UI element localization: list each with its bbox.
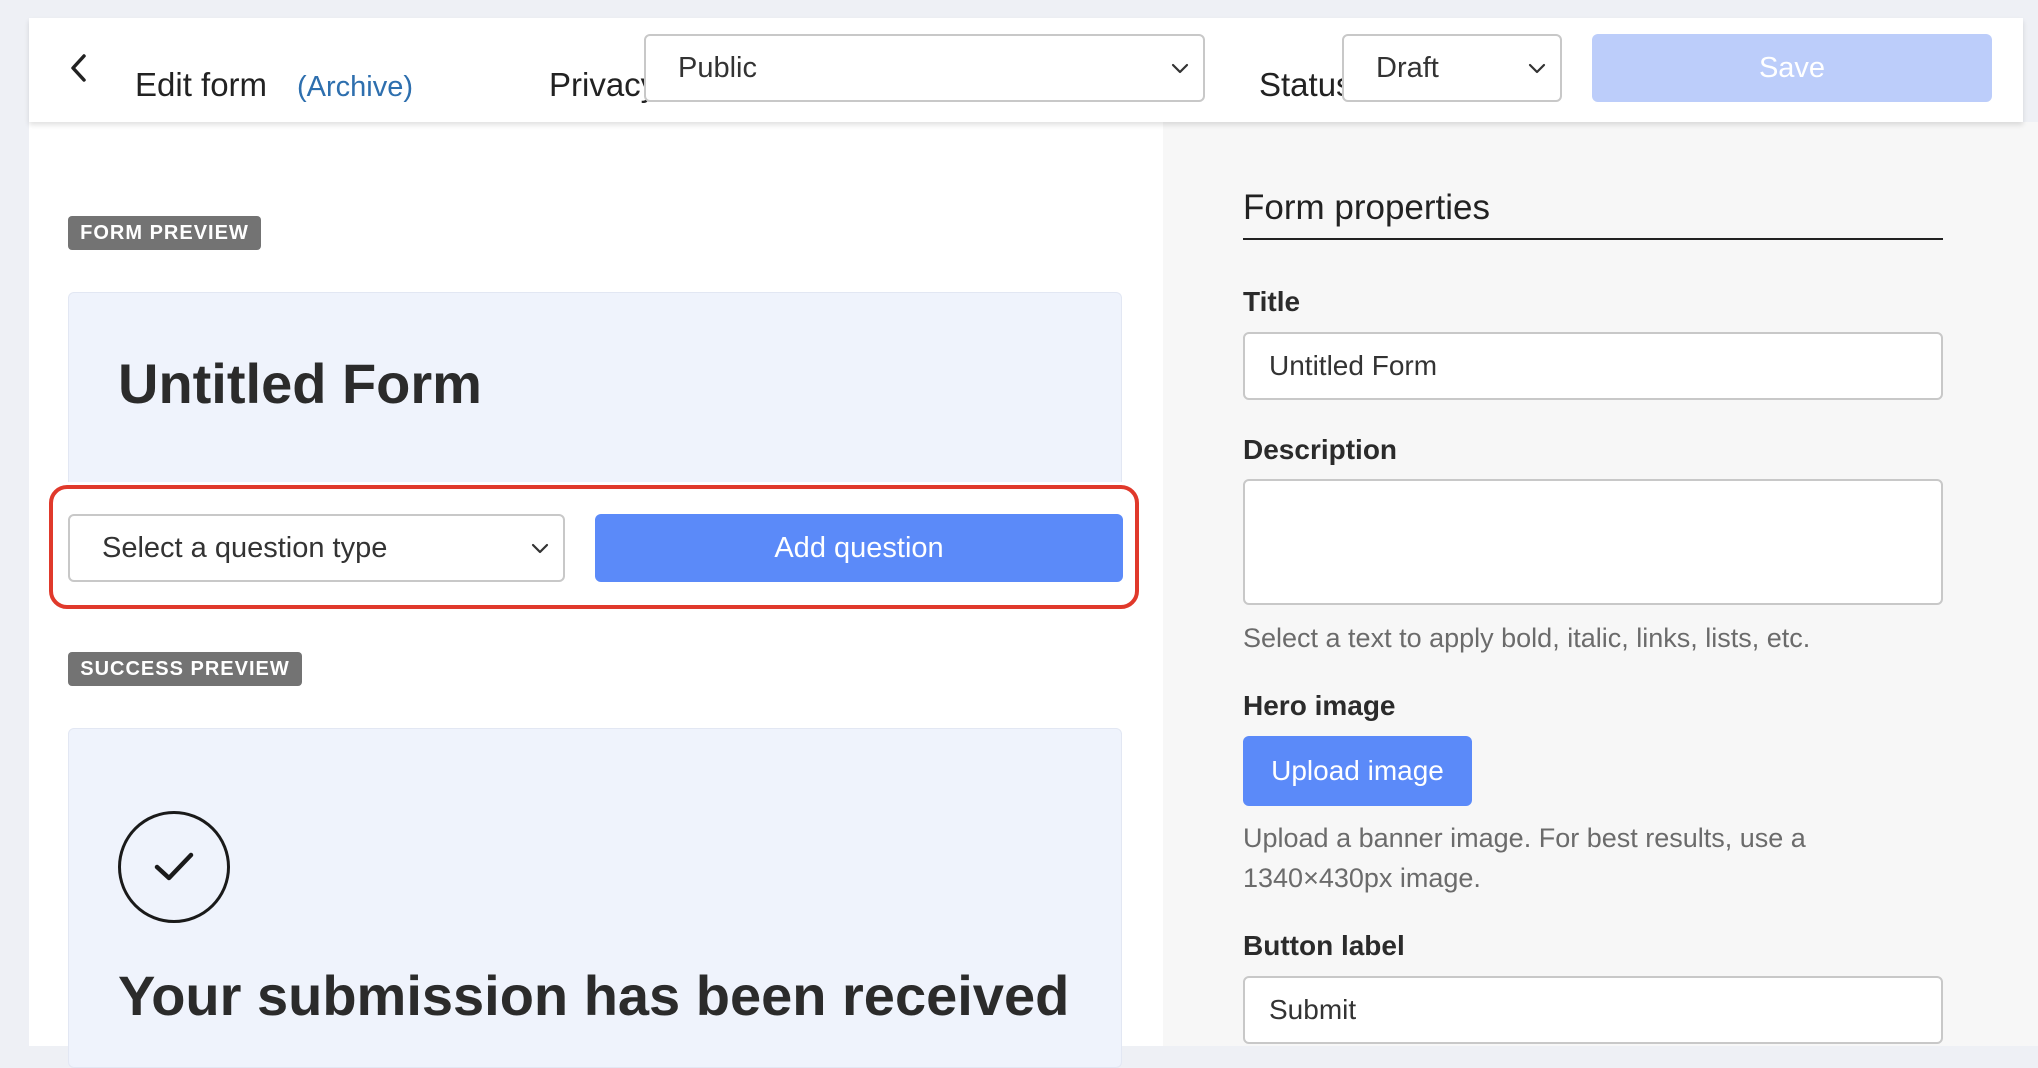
preview-panel: FORM PREVIEW Untitled Form Select a ques… — [29, 122, 1163, 1068]
chevron-down-icon — [531, 543, 549, 554]
hero-hint-line-1: Upload a banner image. For best results,… — [1243, 823, 1806, 853]
hero-image-label: Hero image — [1243, 690, 1396, 721]
chevron-down-icon — [1528, 63, 1546, 74]
top-bar: Edit form (Archive) Privacy Public Statu… — [29, 18, 2023, 122]
question-type-placeholder: Select a question type — [102, 531, 388, 564]
title-label: Title — [1243, 286, 1301, 317]
page-title: Edit form — [135, 66, 268, 103]
check-circle-icon — [118, 811, 230, 923]
archive-link[interactable]: (Archive) — [297, 73, 413, 102]
add-question-button[interactable]: Add question — [595, 514, 1123, 582]
description-hint: Select a text to apply bold, italic, lin… — [1243, 623, 1811, 653]
button-label-label: Button label — [1243, 930, 1405, 961]
chevron-left-icon — [71, 54, 86, 82]
description-input[interactable] — [1243, 479, 1943, 605]
success-message: Your submission has been received — [118, 964, 1070, 1027]
form-preview-title: Untitled Form — [118, 352, 482, 415]
back-button[interactable] — [59, 48, 99, 88]
status-select-value: Draft — [1376, 51, 1439, 84]
title-input[interactable]: Untitled Form — [1243, 332, 1943, 400]
chevron-down-icon — [1171, 63, 1189, 74]
privacy-label: Privacy — [549, 66, 658, 103]
save-button[interactable]: Save — [1592, 34, 1992, 102]
status-select[interactable]: Draft — [1342, 34, 1562, 102]
privacy-select-value: Public — [678, 51, 757, 84]
form-preview-badge: FORM PREVIEW — [68, 216, 261, 250]
checkmark-icon — [154, 852, 194, 881]
success-preview-card: Your submission has been received — [68, 728, 1122, 1068]
button-label-input-value: Submit — [1269, 994, 1357, 1025]
status-label: Status — [1259, 66, 1353, 103]
properties-panel: Form properties Title Untitled Form Desc… — [1163, 122, 2038, 1046]
properties-heading: Form properties — [1243, 188, 1943, 240]
hero-hint-line-2: 1340×430px image. — [1243, 863, 1481, 893]
question-type-select[interactable]: Select a question type — [68, 514, 565, 582]
title-input-value: Untitled Form — [1269, 350, 1438, 381]
description-label: Description — [1243, 434, 1398, 465]
hero-image-hint: Upload a banner image. For best results,… — [1243, 818, 1806, 898]
privacy-select[interactable]: Public — [644, 34, 1205, 102]
form-preview-card: Untitled Form — [68, 292, 1122, 482]
button-label-input[interactable]: Submit — [1243, 976, 1943, 1044]
upload-image-button[interactable]: Upload image — [1243, 736, 1472, 806]
success-preview-badge: SUCCESS PREVIEW — [68, 652, 302, 686]
